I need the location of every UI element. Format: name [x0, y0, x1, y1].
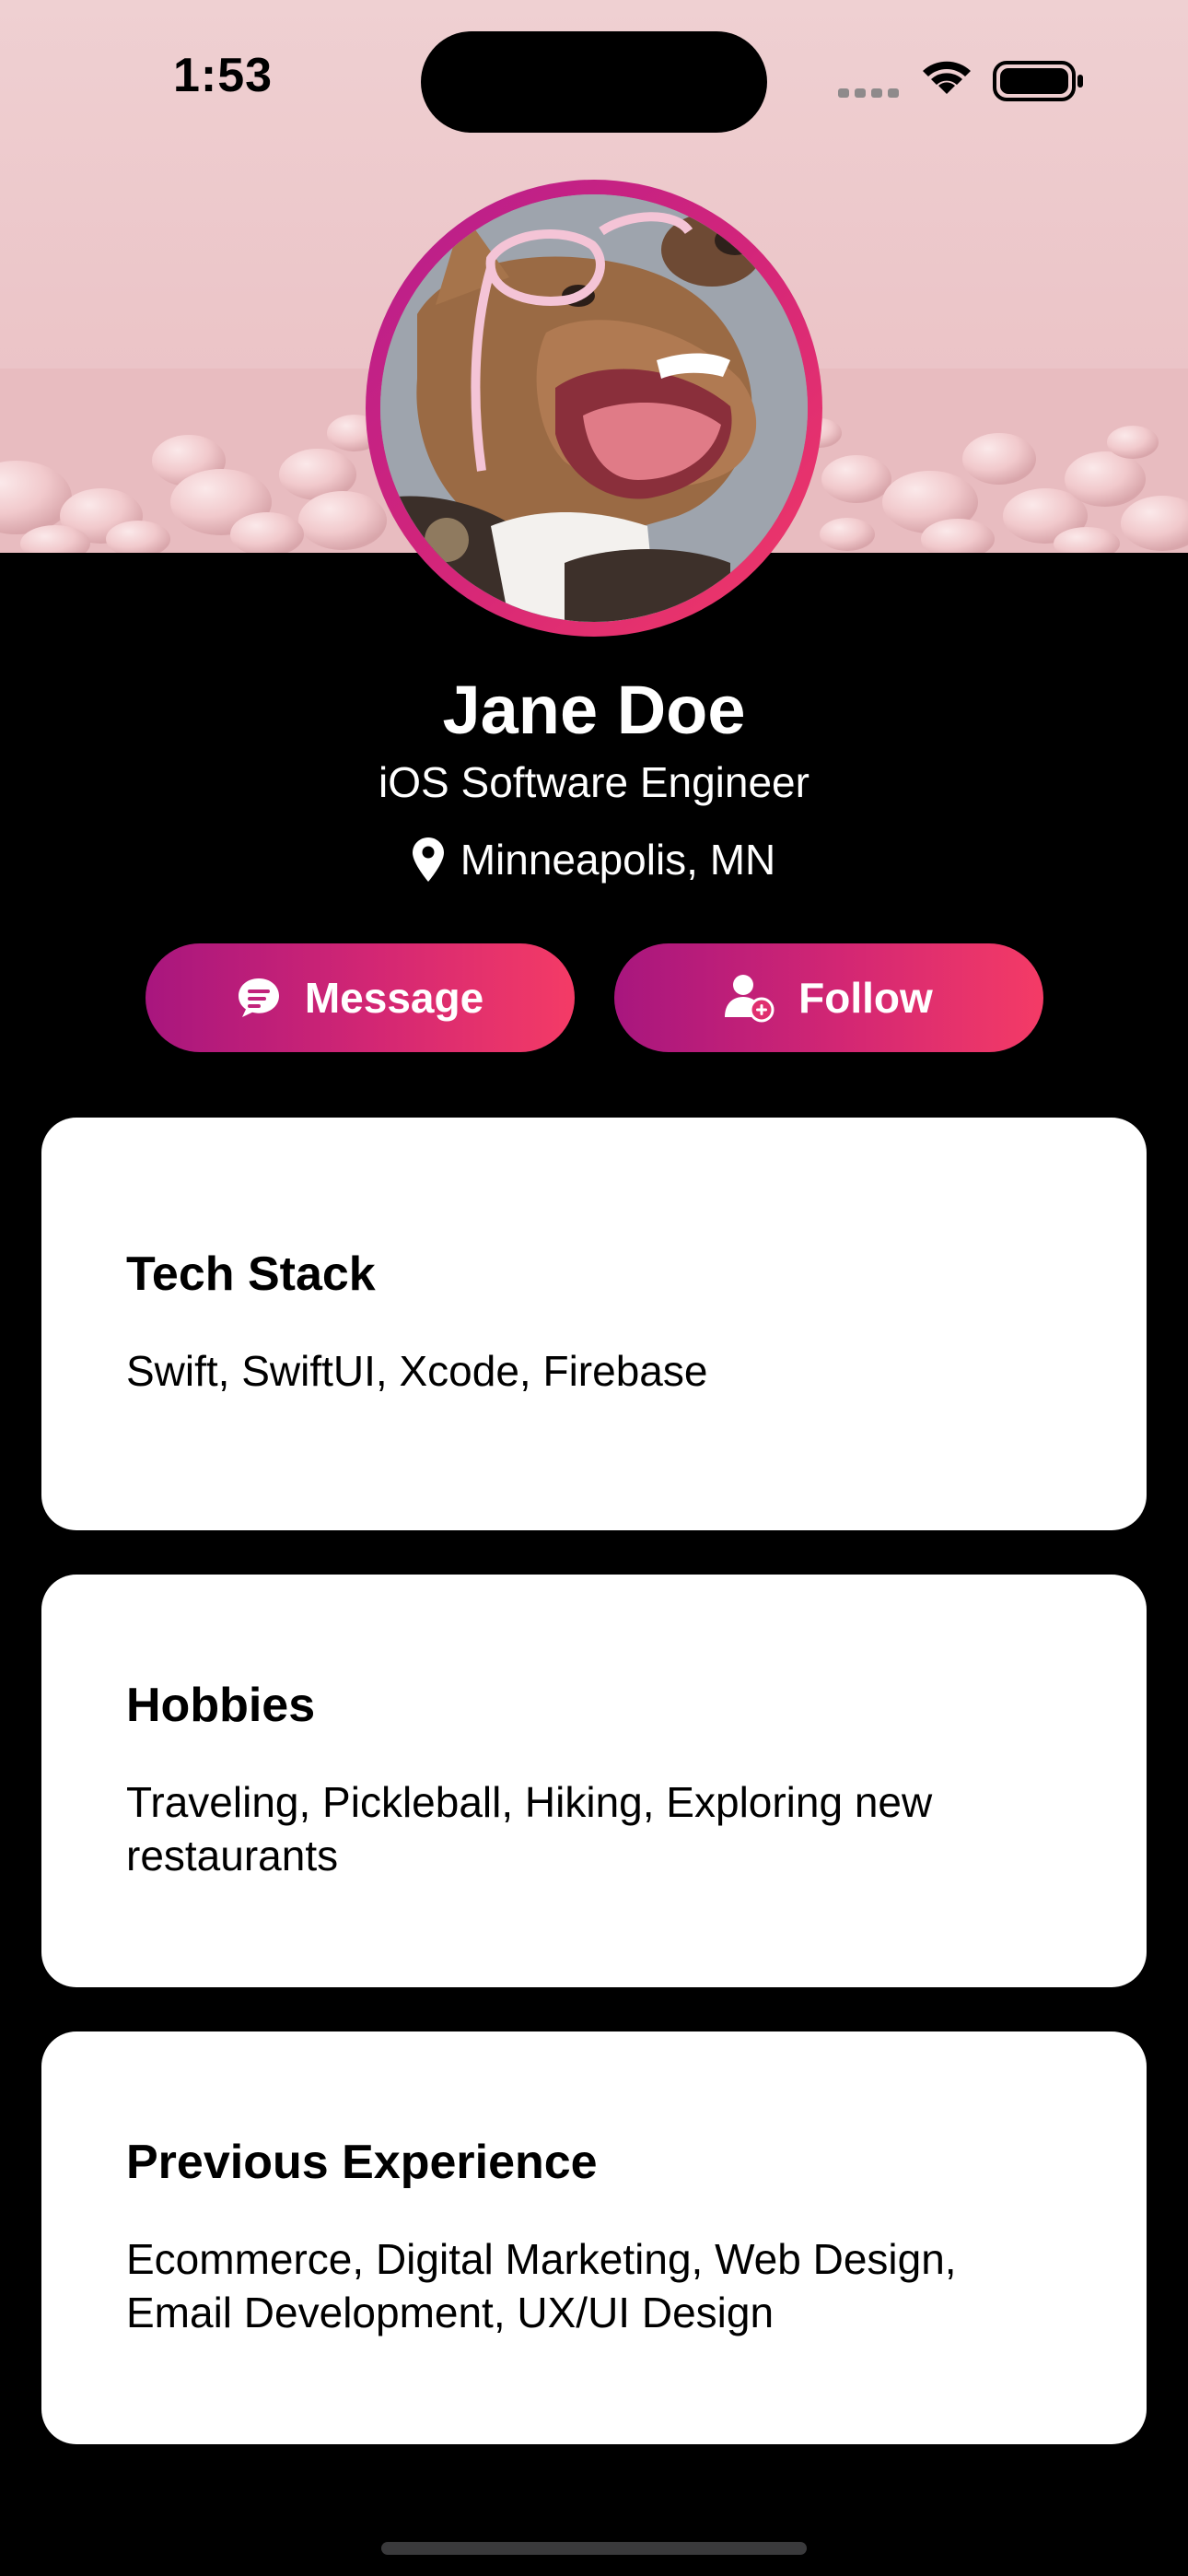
- person-add-icon: [725, 975, 775, 1023]
- card-body: Ecommerce, Digital Marketing, Web Design…: [126, 2235, 957, 2336]
- home-indicator[interactable]: [381, 2542, 807, 2555]
- profile-title: iOS Software Engineer: [379, 758, 809, 806]
- tech-stack-card: Tech Stack Swift, SwiftUI, Xcode, Fireba…: [41, 1118, 1147, 1530]
- status-bar-time: 1:53: [173, 49, 274, 102]
- dynamic-island: [421, 31, 767, 133]
- previous-experience-card: Previous Experience Ecommerce, Digital M…: [41, 2032, 1147, 2444]
- profile-name: Jane Doe: [442, 672, 746, 748]
- battery-icon: [993, 61, 1083, 101]
- card-body: Traveling, Pickleball, Hiking, Exploring…: [126, 1778, 933, 1879]
- message-button[interactable]: Message: [146, 943, 575, 1052]
- card-heading: Previous Experience: [126, 2136, 598, 2189]
- hobbies-card: Hobbies Traveling, Pickleball, Hiking, E…: [41, 1575, 1147, 1987]
- location-pin-icon: [412, 837, 444, 882]
- card-body: Swift, SwiftUI, Xcode, Firebase: [126, 1347, 708, 1395]
- message-button-label: Message: [304, 974, 484, 1022]
- avatar: [380, 194, 808, 622]
- dog-photo: [380, 194, 808, 622]
- follow-button-label: Follow: [798, 974, 933, 1022]
- card-heading: Hobbies: [126, 1679, 316, 1732]
- message-bubble-icon: [238, 978, 279, 1017]
- cellular-signal-icon: [838, 88, 899, 98]
- profile-location: Minneapolis, MN: [0, 835, 1188, 884]
- status-bar-icons: [838, 61, 1083, 101]
- follow-button[interactable]: Follow: [614, 943, 1043, 1052]
- location-text: Minneapolis, MN: [460, 836, 776, 884]
- card-heading: Tech Stack: [126, 1247, 376, 1301]
- wifi-icon: [923, 61, 971, 94]
